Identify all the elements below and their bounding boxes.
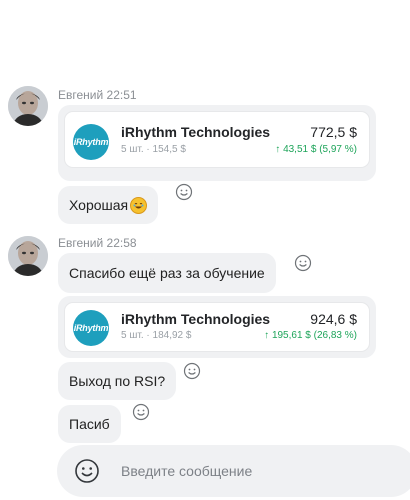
stock-name: iRhythm Technologies [121,311,271,327]
sender-name[interactable]: Евгений [58,88,103,102]
stock-card-content: iRhythm iRhythm Technologies 5 шт. · 154… [64,111,370,168]
sender-name[interactable]: Евгений [58,236,103,250]
laughing-emoji-icon [130,196,148,214]
message-text: Хорошая [69,197,129,213]
message-text: Выход по RSI? [69,373,166,389]
message-time: 22:51 [106,88,137,102]
message-bubble[interactable]: Спасибо ещё раз за обучение [58,253,276,293]
stock-quantity: 5 шт. [121,330,144,341]
message-bubble[interactable]: Хорошая [58,186,159,224]
message-text: Пасиб [69,416,110,432]
stock-price: 772,5 $ [310,124,357,140]
arrow-up-icon: ↑ [264,330,270,341]
stock-card[interactable]: iRhythm iRhythm Technologies 5 шт. · 184… [58,296,376,358]
stock-change: ↑ 195,61 $ (26,83 %) [264,330,357,341]
avatar[interactable] [8,86,48,126]
avatar[interactable] [8,236,48,276]
stock-name: iRhythm Technologies [121,124,271,140]
sender-header: Евгений 22:58 [58,236,137,250]
company-logo: iRhythm [73,310,109,346]
arrow-up-icon: ↑ [275,144,281,155]
stock-card-content: iRhythm iRhythm Technologies 5 шт. · 184… [64,302,370,352]
stock-quantity: 5 шт. [121,144,144,155]
add-reaction-icon[interactable] [183,362,201,380]
add-reaction-icon[interactable] [175,183,193,201]
message-composer [57,445,410,497]
stock-avg-price: 184,92 $ [152,330,192,341]
stock-details: 5 шт. · 184,92 $ [121,330,192,341]
company-logo: iRhythm [73,124,109,160]
message-input[interactable] [121,458,391,484]
emoji-picker-icon[interactable] [74,458,100,484]
message-bubble[interactable]: Пасиб [58,405,121,443]
stock-card[interactable]: iRhythm iRhythm Technologies 5 шт. · 154… [58,105,376,181]
message-text: Спасибо ещё раз за обучение [69,265,265,281]
stock-price: 924,6 $ [310,311,357,327]
message-bubble[interactable]: Выход по RSI? [58,362,177,400]
stock-details: 5 шт. · 154,5 $ [121,144,186,155]
stock-avg-price: 154,5 $ [152,144,186,155]
add-reaction-icon[interactable] [132,403,150,421]
add-reaction-icon[interactable] [294,254,312,272]
stock-change: ↑ 43,51 $ (5,97 %) [275,144,357,155]
message-time: 22:58 [106,236,137,250]
sender-header: Евгений 22:51 [58,88,137,102]
